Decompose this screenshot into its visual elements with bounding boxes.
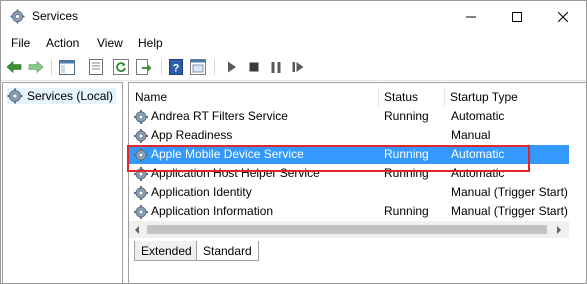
help-icon: ?: [169, 59, 183, 75]
refresh-button[interactable]: [112, 58, 130, 76]
console-tree: Services (Local): [2, 82, 123, 283]
menu-bar: File Action View Help: [1, 32, 586, 54]
gear-icon: [134, 186, 148, 200]
service-status: Running: [384, 109, 429, 123]
restart-service-button[interactable]: [289, 58, 307, 76]
properties-button[interactable]: [87, 58, 105, 76]
forward-icon: [28, 60, 44, 74]
tree-item-services-local[interactable]: Services (Local): [7, 88, 117, 104]
service-name: Andrea RT Filters Service: [151, 109, 288, 123]
service-startup-type: Manual (Trigger Start): [451, 185, 568, 199]
service-startup-type: Automatic: [451, 109, 505, 123]
view-icon: [190, 59, 206, 75]
list-header: Name Status Startup Type: [129, 83, 569, 107]
restart-service-icon: [292, 62, 304, 72]
help-button[interactable]: ?: [167, 58, 185, 76]
service-name: App Readiness: [151, 128, 233, 142]
window-title: Services: [32, 9, 79, 23]
stop-service-button[interactable]: [245, 58, 263, 76]
table-row[interactable]: Andrea RT Filters Service Running Automati…: [129, 107, 569, 126]
services-window: Services File Action View Help ? Service…: [0, 0, 587, 284]
menu-view[interactable]: View: [97, 36, 123, 50]
tab-extended[interactable]: Extended: [134, 241, 199, 261]
view-button[interactable]: [189, 58, 207, 76]
horizontal-scrollbar[interactable]: [129, 221, 569, 238]
toolbar: ?: [1, 54, 586, 81]
export-list-icon: [136, 59, 152, 75]
start-service-button[interactable]: [223, 58, 241, 76]
maximize-button[interactable]: [494, 1, 540, 32]
service-startup-type: Manual: [451, 128, 491, 142]
start-service-icon: [228, 61, 236, 73]
toolbar-separator: [214, 59, 215, 75]
title-bar: Services: [1, 1, 586, 32]
services-list-pane: Name Status Startup Type Andrea RT Filte…: [128, 82, 586, 283]
minimize-icon: [466, 16, 476, 17]
tab-standard[interactable]: Standard: [196, 241, 259, 261]
column-header-startup-type[interactable]: Startup Type: [444, 83, 569, 107]
export-list-button[interactable]: [135, 58, 153, 76]
scroll-right-arrow-icon[interactable]: [557, 226, 561, 234]
table-row[interactable]: Application Identity Manual (Trigger Star…: [129, 183, 569, 202]
minimize-button[interactable]: [448, 1, 494, 32]
toolbar-separator: [161, 59, 162, 75]
tree-item-label: Services (Local): [27, 89, 114, 103]
back-button[interactable]: [5, 58, 23, 76]
menu-action[interactable]: Action: [46, 36, 79, 50]
pause-service-icon: [271, 61, 281, 73]
show-hide-tree-button[interactable]: [58, 58, 76, 76]
stop-service-icon: [249, 62, 259, 72]
table-row[interactable]: Application Information Running Manual (Tr…: [129, 202, 569, 221]
scroll-left-arrow-icon[interactable]: [135, 226, 139, 234]
column-header-status[interactable]: Status: [378, 83, 444, 107]
table-row[interactable]: App Readiness Manual: [129, 126, 569, 145]
menu-file[interactable]: File: [11, 36, 30, 50]
show-hide-tree-icon: [59, 59, 75, 75]
toolbar-separator: [51, 59, 52, 75]
service-name: Application Information: [151, 204, 274, 218]
svg-text:?: ?: [173, 63, 180, 75]
close-button[interactable]: [540, 1, 586, 32]
pause-service-button[interactable]: [267, 58, 285, 76]
properties-icon: [89, 59, 103, 75]
close-icon: [558, 11, 568, 22]
refresh-icon: [113, 59, 129, 75]
service-status: Running: [384, 204, 429, 218]
column-header-name[interactable]: Name: [129, 83, 379, 107]
maximize-icon: [512, 11, 522, 22]
back-icon: [6, 60, 22, 74]
service-startup-type: Manual (Trigger Start): [451, 204, 568, 218]
gear-icon: [134, 110, 148, 124]
gear-icon: [7, 88, 23, 104]
forward-button[interactable]: [27, 58, 45, 76]
gear-icon: [10, 9, 25, 24]
menu-help[interactable]: Help: [138, 36, 163, 50]
gear-icon: [134, 205, 148, 219]
service-name: Application Identity: [151, 185, 252, 199]
gear-icon: [134, 129, 148, 143]
selection-highlight-box: [127, 145, 530, 172]
horizontal-scroll-thumb[interactable]: [147, 225, 547, 234]
view-tabs: Extended Standard: [129, 241, 586, 263]
